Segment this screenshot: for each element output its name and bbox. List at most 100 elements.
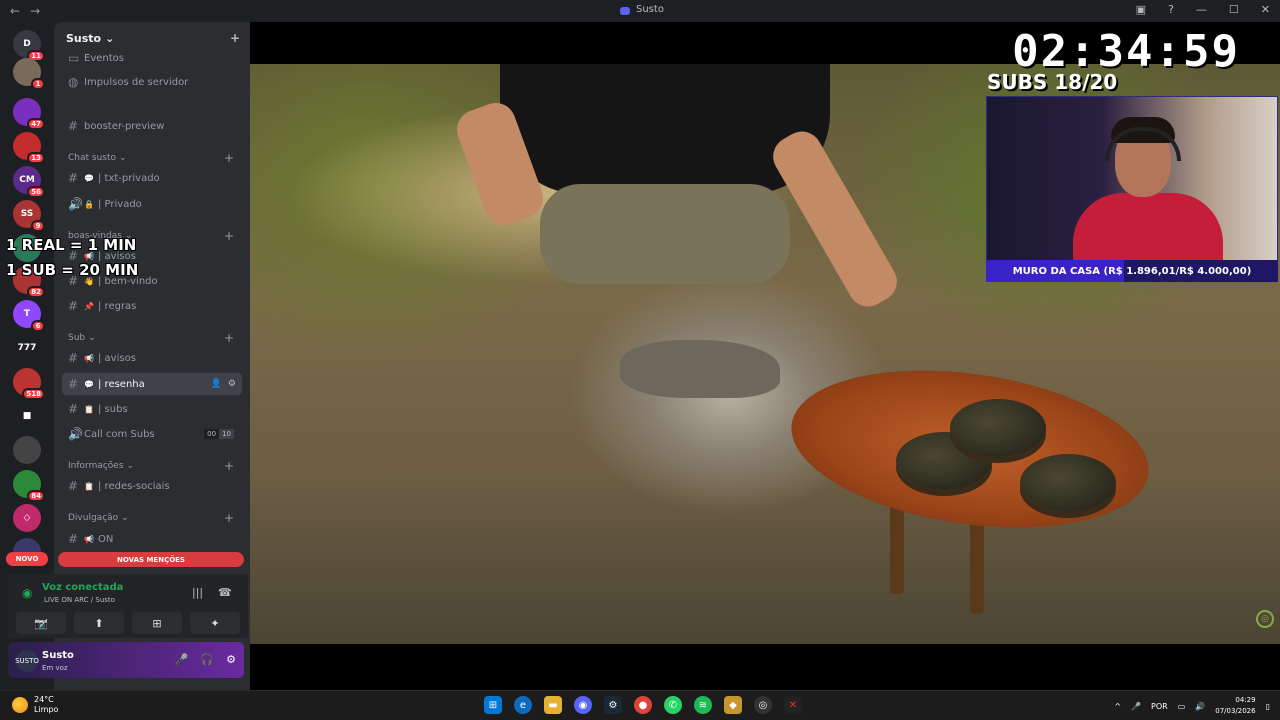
server-icon[interactable]: 84	[13, 470, 45, 502]
channel-label: | avisos	[98, 352, 136, 364]
close-button[interactable]: ✕	[1261, 3, 1270, 16]
weather-widget[interactable]: 24°C Limpo	[12, 695, 58, 715]
server-icon[interactable]: ◇	[13, 504, 41, 532]
invite-user-icon[interactable]: +	[230, 31, 240, 45]
settings-gear-icon[interactable]: ⚙	[226, 653, 236, 666]
channel-label: | regras	[98, 300, 137, 312]
server-icon[interactable]: ■	[13, 402, 41, 430]
invite-icon[interactable]: 👤	[211, 379, 222, 389]
server-icon[interactable]: 777	[13, 334, 41, 362]
new-mentions-banner[interactable]: NOVAS MENÇÕES	[58, 552, 244, 567]
windows-start-icon[interactable]: ⊞	[484, 696, 502, 714]
minimize-button[interactable]: —	[1196, 3, 1207, 16]
maximize-button[interactable]: ☐	[1229, 3, 1239, 16]
camera-button[interactable]: 📷̸	[16, 612, 66, 634]
channel-item[interactable]: 🔊 🔒 | Privado	[62, 193, 242, 215]
voice-user-count: 00 10	[204, 429, 234, 439]
server-icon[interactable]: SS 9	[13, 200, 45, 232]
voice-status[interactable]: Voz conectada	[42, 582, 123, 593]
app-icon[interactable]: ◆	[724, 696, 742, 714]
stream-view[interactable]: 02:34:59 SUBS 18/20 MURO DA CASA (R$ 1.8…	[250, 22, 1280, 690]
inbox-icon[interactable]: ▣	[1136, 3, 1146, 16]
channel-item[interactable]: # 📌 | regras	[62, 295, 242, 317]
server-name: Susto	[66, 31, 102, 45]
channel-item[interactable]: 🔊 Call com Subs 00 10	[62, 423, 242, 445]
tray-overflow-icon[interactable]: ^	[1114, 702, 1121, 711]
channel-item[interactable]: # 📋 | subs	[62, 398, 242, 420]
avatar[interactable]: SUSTO	[15, 650, 39, 672]
channel-item[interactable]: ▭ Eventos	[62, 47, 242, 69]
server-icon[interactable]	[13, 436, 41, 464]
channel-category[interactable]: Chat susto ⌄ +	[68, 150, 242, 166]
grill-stone	[620, 340, 780, 398]
back-button[interactable]: ←	[10, 4, 20, 18]
notifications-icon[interactable]: ▯	[1266, 702, 1270, 711]
category-label: Sub	[68, 333, 86, 343]
server-icon-label: T	[23, 309, 31, 319]
channel-type-icon: 🔊	[68, 197, 83, 211]
server-icon-label: 777	[17, 343, 37, 353]
signal-icon: ◉	[22, 586, 33, 600]
channel-item[interactable]: # 📢 | avisos	[62, 347, 242, 369]
help-icon[interactable]: ?	[1168, 3, 1174, 16]
obs-icon[interactable]: ◎	[754, 696, 772, 714]
channel-item[interactable]: ◍ Impulsos de servidor	[62, 71, 242, 93]
channel-category[interactable]: Sub ⌄ +	[68, 330, 242, 346]
channel-item[interactable]: # 💬 | txt-privado	[62, 167, 242, 189]
person-legs	[540, 184, 790, 284]
server-icon-label: CM	[19, 175, 35, 185]
channel-label: ON	[98, 533, 114, 545]
server-icon[interactable]: CM 56	[13, 166, 45, 198]
edge-icon[interactable]: e	[514, 696, 532, 714]
mic-tray-icon[interactable]: 🎤	[1131, 702, 1141, 711]
language-indicator[interactable]: POR	[1151, 702, 1168, 711]
user-name[interactable]: Susto	[42, 650, 74, 661]
noise-suppression-icon[interactable]: |||	[192, 586, 203, 599]
server-icon[interactable]: 1	[13, 58, 45, 90]
microphone-icon[interactable]: 🎤	[175, 653, 189, 666]
channel-category[interactable]: Divulgação ⌄ +	[68, 510, 242, 526]
gear-icon[interactable]: ⚙	[228, 379, 236, 389]
add-channel-icon[interactable]: +	[224, 151, 234, 165]
channel-category[interactable]: Informações ⌄ +	[68, 458, 242, 474]
channel-item[interactable]: # 📋 | redes-sociais	[62, 475, 242, 497]
channel-label: | subs	[98, 403, 128, 415]
soundboard-button[interactable]: ✦	[190, 612, 240, 634]
server-icon[interactable]: D 11	[13, 30, 45, 62]
clock[interactable]: 04:29 07/03/2026	[1215, 695, 1255, 717]
add-channel-icon[interactable]: +	[224, 459, 234, 473]
subs-counter: SUBS 18/20	[987, 70, 1118, 94]
x-app-icon[interactable]: ✕	[784, 696, 802, 714]
channel-item[interactable]: # booster-preview	[62, 115, 242, 137]
server-icon[interactable]: T6	[13, 300, 45, 332]
disconnect-icon[interactable]: ☎	[218, 586, 232, 599]
spotify-icon[interactable]: ≋	[694, 696, 712, 714]
server-icon[interactable]: 13	[13, 132, 45, 164]
network-icon[interactable]: ▭	[1178, 702, 1186, 711]
discord-icon[interactable]: ◉	[574, 696, 592, 714]
chevron-down-icon: ⌄	[88, 333, 96, 343]
server-icon[interactable]: 518	[13, 368, 45, 400]
channel-emoji-icon: 📋	[84, 404, 94, 414]
clock-time: 04:29	[1235, 696, 1256, 704]
activities-button[interactable]: ⊞	[132, 612, 182, 634]
novo-badge[interactable]: NOVO	[6, 552, 48, 566]
channel-label: | txt-privado	[98, 172, 160, 184]
chrome-icon[interactable]: ●	[634, 696, 652, 714]
chevron-down-icon: ⌄	[121, 513, 129, 523]
add-channel-icon[interactable]: +	[224, 511, 234, 525]
channel-item[interactable]: # 📢 ON	[62, 528, 242, 550]
screen-share-button[interactable]: ⬆	[74, 612, 124, 634]
server-icon[interactable]: 47	[13, 98, 45, 130]
file-explorer-icon[interactable]: ▬	[544, 696, 562, 714]
volume-icon[interactable]: 🔊	[1195, 702, 1205, 711]
add-channel-icon[interactable]: +	[224, 331, 234, 345]
steam-icon[interactable]: ⚙	[604, 696, 622, 714]
channel-item[interactable]: # 💬 | resenha 👤 ⚙	[62, 373, 242, 395]
whatsapp-icon[interactable]: ✆	[664, 696, 682, 714]
headphones-icon[interactable]: 🎧	[200, 653, 214, 666]
voice-channel[interactable]: LIVE ON ARC / Susto	[44, 596, 115, 604]
add-channel-icon[interactable]: +	[224, 229, 234, 243]
forward-button[interactable]: →	[30, 4, 40, 18]
weather-condition: Limpo	[34, 705, 59, 714]
